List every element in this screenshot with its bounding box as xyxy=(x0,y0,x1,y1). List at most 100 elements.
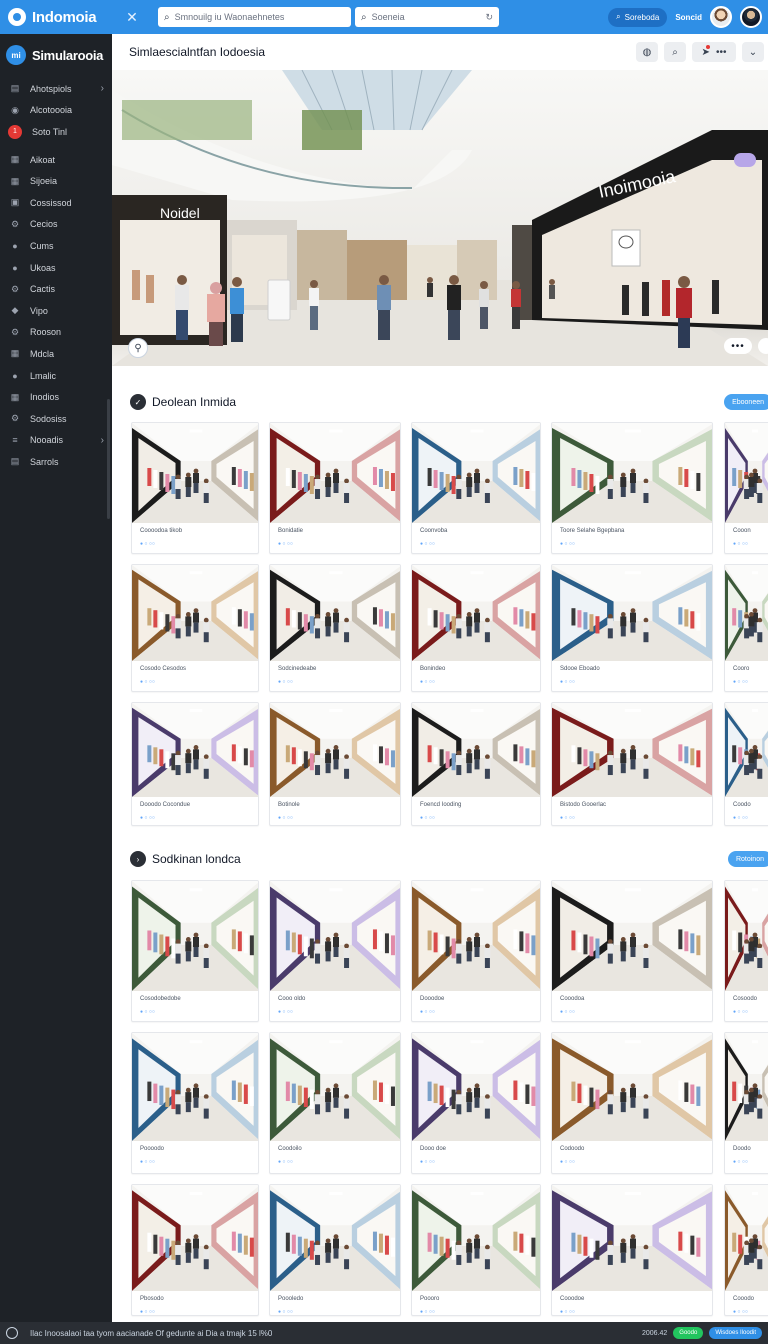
gallery-card[interactable]: Bistodo Gooerlac ● ○ ○○ xyxy=(551,702,713,826)
grid-icon: ▦ xyxy=(10,175,20,186)
card-caption: Cooodo xyxy=(733,1296,755,1302)
sidebar-item[interactable]: ▦ Mdcla xyxy=(0,343,112,365)
sidebar-item[interactable]: ▦ Aikoat xyxy=(0,149,112,171)
zoom-icon[interactable]: ⌕ xyxy=(664,42,686,62)
avatar[interactable] xyxy=(710,6,732,28)
sidebar-item[interactable]: ◆ Vipo xyxy=(0,300,112,322)
gallery-card[interactable]: Cooodoa ● ○ ○○ xyxy=(551,880,713,1022)
card-caption: Coonvoba xyxy=(420,528,448,534)
gallery-card[interactable]: Pbosodo ● ○ ○○ xyxy=(131,1184,259,1316)
gallery-card[interactable]: Poooro ● ○ ○○ xyxy=(411,1184,541,1316)
card-meta: ● ○ ○○ xyxy=(560,815,575,821)
brand[interactable]: Indomoia xyxy=(0,0,112,34)
search-icon: ⌕ xyxy=(616,12,621,21)
top-link[interactable]: Soncid xyxy=(675,13,702,22)
gear-icon: ⚙ xyxy=(10,413,20,424)
chevron-down-icon[interactable]: ⌄ xyxy=(742,42,764,62)
gallery-card[interactable]: Dooodo Cocondue ● ○ ○○ xyxy=(131,702,259,826)
more-actions[interactable]: ➤ ••• xyxy=(692,42,736,62)
gallery-card[interactable]: Dooodoe ● ○ ○○ xyxy=(411,880,541,1022)
refresh-icon[interactable]: ↻ xyxy=(485,12,493,23)
card-caption: Cosodobedobe xyxy=(140,996,181,1002)
gallery-card[interactable]: Bonindeo ● ○ ○○ xyxy=(411,564,541,692)
section-button-2[interactable]: Rotoinon xyxy=(727,851,768,867)
card-caption: Bistodo Gooerlac xyxy=(560,802,607,808)
gallery-card[interactable]: Bonidatie ● ○ ○○ xyxy=(269,422,401,554)
gallery-card[interactable]: Foencd Iooding ● ○ ○○ xyxy=(411,702,541,826)
gallery-card[interactable]: Botinole ● ○ ○○ xyxy=(269,702,401,826)
sidebar-item[interactable]: ≡ Nooadis › xyxy=(0,430,112,452)
globe-icon[interactable]: ◍ xyxy=(636,42,658,62)
gallery-card[interactable]: Sdooe Eboado ● ○ ○○ xyxy=(551,564,713,692)
gallery-card[interactable]: Cosodobedobe ● ○ ○○ xyxy=(131,880,259,1022)
card-meta: ● ○ ○○ xyxy=(420,1309,435,1315)
gallery-card[interactable]: Cooodo ● ○ ○○ xyxy=(724,1184,768,1316)
sidebar-item[interactable]: ● Ukoas xyxy=(0,257,112,279)
gallery-card[interactable]: Poooodo ● ○ ○○ xyxy=(131,1032,259,1174)
sidebar-item[interactable]: ▤ Ahotspiols › xyxy=(0,78,112,100)
gallery-card[interactable]: Codoodo ● ○ ○○ xyxy=(551,1032,713,1174)
gallery-card[interactable]: Coodo ● ○ ○○ xyxy=(724,702,768,826)
next-icon[interactable] xyxy=(758,338,768,354)
sidebar-item[interactable]: ▦ Inodios xyxy=(0,386,112,408)
gallery-card[interactable]: Sodcinedeabe ● ○ ○○ xyxy=(269,564,401,692)
close-icon[interactable]: ✕ xyxy=(112,9,152,26)
secondary-search-input[interactable]: ⌕ Soeneia ↻ xyxy=(355,7,499,27)
sidebar-item[interactable]: ⚙ Cecios xyxy=(0,214,112,236)
sidebar-item[interactable]: ▦ Sijoeia xyxy=(0,170,112,192)
user-icon[interactable]: ⚲ xyxy=(128,338,148,358)
avatar-secondary[interactable] xyxy=(740,6,762,28)
card-image xyxy=(552,703,712,797)
status-text: Ilac Inoosalaoi taa tyom aacianade Of ge… xyxy=(30,1328,273,1338)
sidebar-item[interactable]: ▣ Cossissod xyxy=(0,192,112,214)
sidebar-item[interactable]: ▤ Sarrols xyxy=(0,451,112,473)
sidebar-scrollbar[interactable] xyxy=(107,399,110,519)
sidebar-item[interactable]: ● Lmalic xyxy=(0,365,112,387)
gallery-card[interactable]: Coonvoba ● ○ ○○ xyxy=(411,422,541,554)
gallery-card[interactable]: Cosoodo ● ○ ○○ xyxy=(724,880,768,1022)
status-bar: Ilac Inoosalaoi taa tyom aacianade Of ge… xyxy=(0,1322,768,1344)
card-meta: ● ○ ○○ xyxy=(420,541,435,547)
gallery-card[interactable]: Coodoilo ● ○ ○○ xyxy=(269,1032,401,1174)
gallery-card[interactable]: Cooodoe ● ○ ○○ xyxy=(551,1184,713,1316)
card-caption: Dooodo Cocondue xyxy=(140,802,191,808)
card-caption: Poooro xyxy=(420,1296,440,1302)
sidebar-header[interactable]: mi Simularooia xyxy=(0,34,112,78)
chevron-right-icon: › xyxy=(100,83,104,95)
card-caption: Poooledo xyxy=(278,1296,304,1302)
gallery-card[interactable]: Doodo ● ○ ○○ xyxy=(724,1032,768,1174)
card-meta: ● ○ ○○ xyxy=(560,541,575,547)
gallery-card[interactable]: Dooo doe ● ○ ○○ xyxy=(411,1032,541,1174)
gallery-card[interactable]: Cosodo Cesodos ● ○ ○○ xyxy=(131,564,259,692)
gallery-card[interactable]: Cooo oldo ● ○ ○○ xyxy=(269,880,401,1022)
status-pill-blue[interactable]: Wisdoes Iloodit xyxy=(709,1327,762,1339)
section-header-1: ✓ Deolean Inmida Ebooneen xyxy=(130,394,768,410)
sidebar-item[interactable]: ● Cums xyxy=(0,235,112,257)
section-button-1[interactable]: Ebooneen xyxy=(724,394,768,410)
sidebar-item[interactable]: ◉ Alcotoooia xyxy=(0,100,112,122)
sidebar-item[interactable]: 1 Soto Tinl xyxy=(0,121,112,143)
search-button[interactable]: ⌕ Soreboda xyxy=(608,7,668,27)
card-meta: ● ○ ○○ xyxy=(733,541,748,547)
gallery-card[interactable]: Cooro ● ○ ○○ xyxy=(724,564,768,692)
location-icon[interactable] xyxy=(6,1327,18,1339)
sidebar-item[interactable]: ⚙ Sodosiss xyxy=(0,408,112,430)
gallery-card[interactable]: Toore Selahe Bgepbana ● ○ ○○ xyxy=(551,422,713,554)
more-icon[interactable]: ••• xyxy=(724,338,752,354)
card-image xyxy=(132,565,258,661)
card-meta: ● ○ ○○ xyxy=(560,1009,575,1015)
sidebar-item[interactable]: ⚙ Cactis xyxy=(0,278,112,300)
menu-icon: ≡ xyxy=(12,435,18,446)
card-image xyxy=(132,1033,258,1141)
gallery-card[interactable]: Cooon ● ○ ○○ xyxy=(724,422,768,554)
hero-tag[interactable] xyxy=(734,153,756,167)
gallery-card[interactable]: Coooodoa tikob ● ○ ○○ xyxy=(131,422,259,554)
gallery-card[interactable]: Poooledo ● ○ ○○ xyxy=(269,1184,401,1316)
sidebar-item[interactable]: ⚙ Rooson xyxy=(0,322,112,344)
card-caption: Cooodoa xyxy=(560,996,585,1002)
sidebar-item-label: Ahotspiols xyxy=(30,83,72,94)
card-image xyxy=(725,423,768,523)
sidebar-item-label: Ukoas xyxy=(30,262,56,273)
status-pill-green[interactable]: Goodo xyxy=(673,1327,704,1339)
search-input[interactable]: ⌕ Smnouilg iu Waonaehnetes xyxy=(158,7,351,27)
